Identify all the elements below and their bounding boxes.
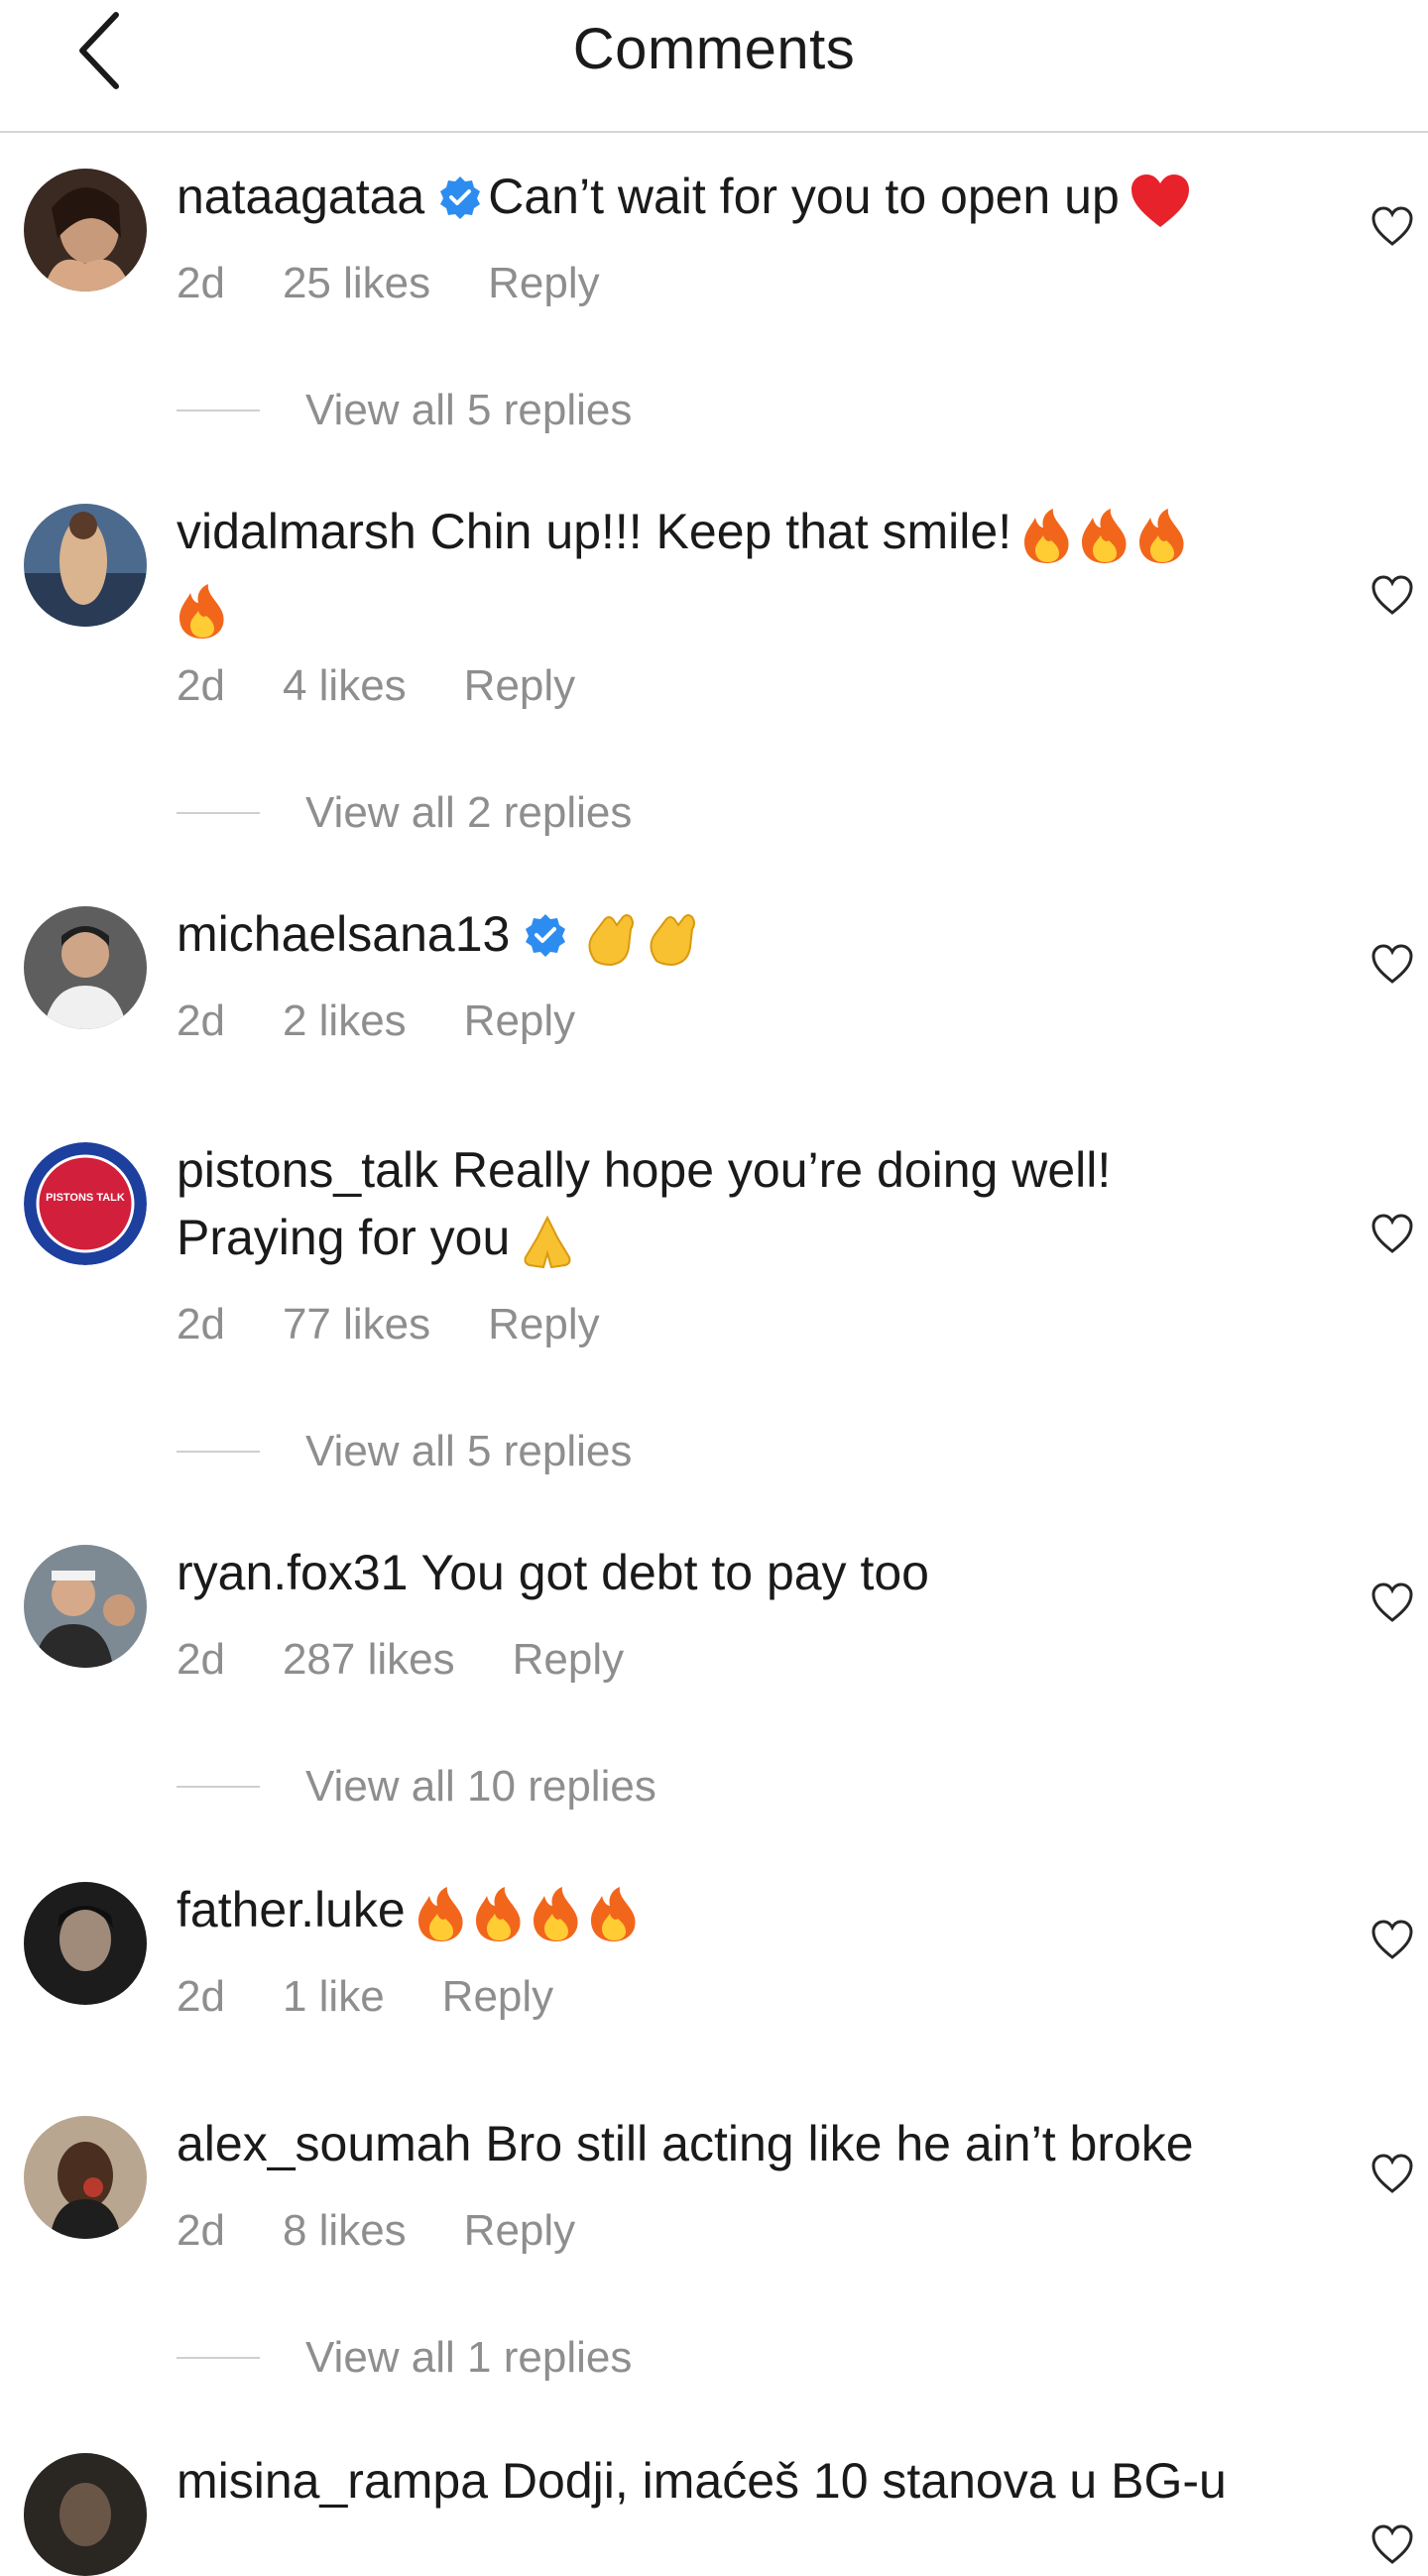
replies-divider bbox=[177, 1451, 260, 1453]
avatar[interactable] bbox=[24, 169, 147, 292]
username[interactable]: nataagataa bbox=[177, 169, 424, 224]
comment-meta: 2d 1 like Reply bbox=[177, 1969, 611, 2025]
like-heart-icon[interactable] bbox=[1370, 942, 1414, 986]
avatar[interactable] bbox=[24, 1545, 147, 1668]
like-heart-icon[interactable] bbox=[1370, 1212, 1414, 1255]
avatar-logo-text: PISTONS TALK bbox=[46, 1192, 125, 1204]
avatar[interactable]: PISTONS TALK bbox=[24, 1142, 147, 1265]
red-heart-emoji-icon bbox=[1130, 174, 1191, 246]
view-replies-button[interactable]: View all 2 replies bbox=[177, 783, 632, 843]
comment-meta: 2d 25 likes Reply bbox=[177, 256, 657, 311]
likes-count[interactable]: 25 likes bbox=[283, 259, 430, 307]
fire-emoji-icon bbox=[1136, 508, 1188, 582]
reply-button[interactable]: Reply bbox=[464, 2206, 576, 2255]
replies-divider bbox=[177, 410, 260, 411]
reply-button[interactable]: Reply bbox=[464, 996, 576, 1045]
view-replies-button[interactable]: View all 5 replies bbox=[177, 1422, 632, 1481]
fire-emoji-icon bbox=[588, 1886, 640, 1960]
like-heart-icon[interactable] bbox=[1370, 2522, 1414, 2566]
comment-text: ryan.fox31 You got debt to pay too bbox=[177, 1539, 1307, 1606]
folded-hands-emoji-icon bbox=[520, 1214, 575, 1288]
fire-emoji-icon bbox=[1021, 508, 1073, 582]
comment-text: pistons_talk Really hope you’re doing we… bbox=[177, 1136, 1307, 1288]
comment-meta: 2d 2 likes Reply bbox=[177, 994, 633, 1049]
likes-count[interactable]: 2 likes bbox=[283, 996, 407, 1045]
top-bar: Comments bbox=[0, 0, 1428, 133]
timestamp: 2d bbox=[177, 661, 225, 710]
comment-message: You got debt to pay too bbox=[420, 1545, 929, 1600]
avatar[interactable] bbox=[24, 906, 147, 1029]
reply-button[interactable]: Reply bbox=[464, 661, 576, 710]
verified-badge-icon bbox=[524, 906, 567, 974]
comment-text: nataagataa Can’t wait for you to open up bbox=[177, 163, 1307, 246]
verified-badge-icon bbox=[438, 169, 482, 236]
replies-divider bbox=[177, 1786, 260, 1788]
clapping-hands-emoji-icon bbox=[583, 911, 639, 984]
avatar[interactable] bbox=[24, 504, 147, 627]
comment-text: father.luke bbox=[177, 1876, 1307, 1960]
comment-text: vidalmarsh Chin up!!! Keep that smile! bbox=[177, 498, 1307, 657]
fire-emoji-icon bbox=[416, 1886, 467, 1960]
username[interactable]: father.luke bbox=[177, 1882, 406, 1937]
timestamp: 2d bbox=[177, 1300, 225, 1348]
reply-button[interactable]: Reply bbox=[488, 259, 600, 307]
comment-meta: 2d 287 likes Reply bbox=[177, 1632, 681, 1688]
clapping-hands-emoji-icon bbox=[645, 911, 700, 984]
like-heart-icon[interactable] bbox=[1370, 2152, 1414, 2195]
like-heart-icon[interactable] bbox=[1370, 1581, 1414, 1624]
comment-message: Chin up!!! Keep that smile! bbox=[429, 504, 1012, 559]
like-heart-icon[interactable] bbox=[1370, 1918, 1414, 1961]
reply-button[interactable]: Reply bbox=[513, 1635, 625, 1684]
comment-message: Bro still acting like he ain’t broke bbox=[485, 2116, 1194, 2171]
like-heart-icon[interactable] bbox=[1370, 204, 1414, 248]
fire-emoji-icon bbox=[177, 583, 228, 657]
likes-count[interactable]: 1 like bbox=[283, 1972, 385, 2021]
timestamp: 2d bbox=[177, 259, 225, 307]
timestamp: 2d bbox=[177, 1972, 225, 2021]
fire-emoji-icon bbox=[1079, 508, 1130, 582]
comment-text: misina_rampa Dodji, imaćeš 10 stanova u … bbox=[177, 2447, 1307, 2515]
replies-divider bbox=[177, 2357, 260, 2359]
likes-count[interactable]: 287 likes bbox=[283, 1635, 455, 1684]
reply-button[interactable]: Reply bbox=[488, 1300, 600, 1348]
comment-text: alex_soumah Bro still acting like he ain… bbox=[177, 2110, 1307, 2177]
timestamp: 2d bbox=[177, 996, 225, 1045]
username[interactable]: alex_soumah bbox=[177, 2116, 471, 2171]
username[interactable]: vidalmarsh bbox=[177, 504, 416, 559]
comment-meta: 2d 8 likes Reply bbox=[177, 2203, 633, 2259]
avatar[interactable] bbox=[24, 1882, 147, 2005]
username[interactable]: ryan.fox31 bbox=[177, 1545, 408, 1600]
username[interactable]: pistons_talk bbox=[177, 1142, 438, 1198]
page-title: Comments bbox=[572, 17, 856, 81]
view-replies-button[interactable]: View all 1 replies bbox=[177, 2328, 632, 2388]
comment-message-line2: Praying for you bbox=[177, 1210, 511, 1265]
reply-button[interactable]: Reply bbox=[442, 1972, 554, 2021]
replies-divider bbox=[177, 812, 260, 814]
avatar[interactable] bbox=[24, 2453, 147, 2576]
comment-text: michaelsana13 bbox=[177, 900, 1307, 984]
username[interactable]: misina_rampa bbox=[177, 2453, 488, 2509]
timestamp: 2d bbox=[177, 1635, 225, 1684]
view-replies-button[interactable]: View all 10 replies bbox=[177, 1757, 656, 1816]
likes-count[interactable]: 8 likes bbox=[283, 2206, 407, 2255]
comment-meta: 2d 4 likes Reply bbox=[177, 658, 633, 714]
comment-message: Dodji, imaćeš 10 stanova u BG-u bbox=[501, 2453, 1227, 2509]
comment-message: Can’t wait for you to open up bbox=[488, 169, 1120, 224]
timestamp: 2d bbox=[177, 2206, 225, 2255]
avatar[interactable] bbox=[24, 2116, 147, 2239]
comment-message: Really hope you’re doing well! bbox=[451, 1142, 1112, 1198]
username[interactable]: michaelsana13 bbox=[177, 906, 510, 962]
view-replies-button[interactable]: View all 5 replies bbox=[177, 381, 632, 440]
likes-count[interactable]: 77 likes bbox=[283, 1300, 430, 1348]
like-heart-icon[interactable] bbox=[1370, 573, 1414, 617]
comment-meta: 2d 77 likes Reply bbox=[177, 1297, 657, 1352]
fire-emoji-icon bbox=[473, 1886, 525, 1960]
likes-count[interactable]: 4 likes bbox=[283, 661, 407, 710]
fire-emoji-icon bbox=[531, 1886, 582, 1960]
